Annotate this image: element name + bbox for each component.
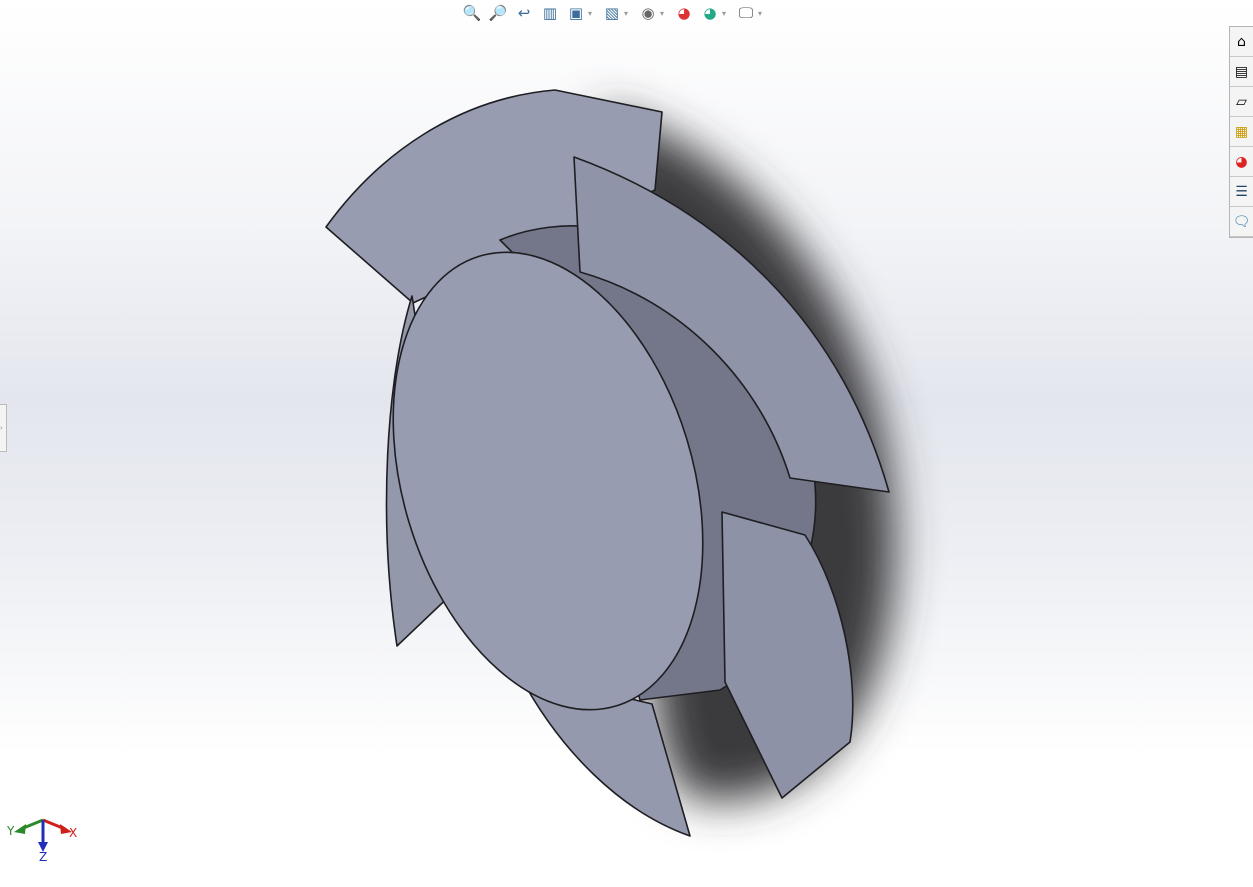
chevron-down-icon[interactable]: ▾ [722,9,730,18]
y-axis-label: Y [7,824,15,838]
z-axis-label: Z [39,850,48,864]
chevron-down-icon[interactable]: ▾ [588,9,596,18]
zoom-to-fit-icon[interactable]: 🔍 [462,3,482,23]
chevron-down-icon[interactable]: ▾ [660,9,668,18]
appearances-icon[interactable]: ◕ [1230,147,1253,177]
view-orientation-icon[interactable]: ▣ [566,3,586,23]
custom-properties-icon[interactable]: ☰ [1230,177,1253,207]
design-library-icon[interactable]: ▤ [1230,57,1253,87]
chevron-down-icon[interactable]: ▾ [624,9,632,18]
reference-triad: X Y Z [5,812,85,867]
file-explorer-icon[interactable]: ▱ [1230,87,1253,117]
zoom-to-area-icon[interactable]: 🔎 [488,3,508,23]
forum-icon[interactable]: 🗨 [1230,207,1253,237]
fan-part[interactable] [325,89,890,837]
heads-up-view-toolbar: 🔍 🔎 ↩ ▥ ▣ ▾ ▧ ▾ ◉ ▾ ◕ ◕ ▾ 🖵 ▾ [462,2,766,24]
previous-view-icon[interactable]: ↩ [514,3,534,23]
edit-appearance-icon[interactable]: ◕ [674,3,694,23]
display-style-icon[interactable]: ▧ [602,3,622,23]
x-axis-label: X [69,826,78,840]
home-icon[interactable]: ⌂ [1230,27,1253,57]
chevron-down-icon[interactable]: ▾ [758,9,766,18]
feature-manager-expand-tab[interactable]: › [0,404,7,452]
apply-scene-icon[interactable]: ◕ [700,3,720,23]
hide-show-items-icon[interactable]: ◉ [638,3,658,23]
graphics-area[interactable] [0,0,1253,887]
view-settings-icon[interactable]: 🖵 [736,3,756,23]
view-palette-icon[interactable]: ▦ [1230,117,1253,147]
section-view-icon[interactable]: ▥ [540,3,560,23]
task-pane-tabs: ⌂ ▤ ▱ ▦ ◕ ☰ 🗨 [1229,26,1253,238]
